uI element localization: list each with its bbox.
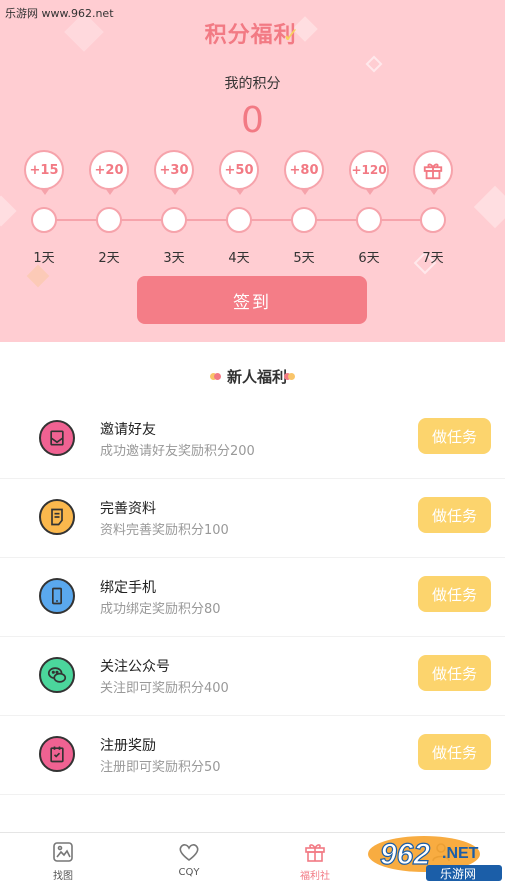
task-desc: 注册即可奖励积分50 bbox=[100, 760, 221, 775]
site-logo: 962 .NET 乐游网 bbox=[368, 836, 502, 881]
svg-text:乐游网: 乐游网 bbox=[440, 867, 476, 881]
day-dot bbox=[420, 207, 446, 233]
points-label: 我的积分 bbox=[224, 76, 281, 92]
gift-bubble bbox=[413, 150, 453, 195]
day-dot bbox=[291, 207, 317, 233]
hero-panel: 乐游网 www.962.net 积分福利✓ 我的积分 0 +15 +20 +30… bbox=[0, 0, 505, 342]
invite-icon bbox=[39, 420, 75, 456]
nav-label: 找图 bbox=[53, 871, 73, 882]
wechat-icon bbox=[39, 657, 75, 693]
signin-button[interactable]: 签到 bbox=[137, 276, 367, 324]
nav-label: CQY bbox=[178, 867, 200, 878]
task-row-wechat: 关注公众号 关注即可奖励积分400 做任务 bbox=[0, 637, 505, 716]
register-icon bbox=[39, 736, 75, 772]
phone-icon bbox=[39, 578, 75, 614]
day-label: 2天 bbox=[98, 251, 120, 266]
day-label: 1天 bbox=[33, 251, 55, 266]
nav-label: 福利社 bbox=[300, 871, 330, 882]
nav-item-cqy[interactable]: CQY bbox=[126, 833, 252, 884]
svg-text:962: 962 bbox=[380, 838, 430, 871]
bonus-bubble: +20 bbox=[89, 150, 129, 195]
dot-decor bbox=[288, 373, 295, 380]
bonus-bubble: +50 bbox=[219, 150, 259, 195]
gift-icon bbox=[423, 163, 443, 180]
bonus-bubble: +30 bbox=[154, 150, 194, 195]
profile-icon bbox=[39, 499, 75, 535]
decor-diamond bbox=[473, 185, 505, 229]
day-dot bbox=[226, 207, 252, 233]
task-title: 邀请好友 bbox=[100, 422, 156, 438]
day-dot bbox=[356, 207, 382, 233]
task-title: 完善资料 bbox=[100, 501, 156, 517]
task-desc: 成功绑定奖励积分80 bbox=[100, 602, 221, 617]
do-task-button[interactable]: 做任务 bbox=[418, 576, 491, 612]
page-title: 积分福利✓ bbox=[0, 17, 505, 49]
dot-decor bbox=[213, 373, 221, 380]
task-row-register: 注册奖励 注册即可奖励积分50 做任务 bbox=[0, 716, 505, 795]
day-dot bbox=[31, 207, 57, 233]
decor-diamond bbox=[0, 195, 17, 227]
nav-item-welfare[interactable]: 福利社 bbox=[252, 833, 378, 884]
do-task-button[interactable]: 做任务 bbox=[418, 418, 491, 454]
bonus-bubble: +80 bbox=[284, 150, 324, 195]
gift-icon bbox=[305, 844, 325, 862]
heart-icon bbox=[179, 844, 199, 862]
bonus-bubble: +15 bbox=[24, 150, 64, 195]
task-desc: 成功邀请好友奖励积分200 bbox=[100, 444, 255, 459]
day-label: 7天 bbox=[422, 251, 444, 266]
section-title: 新人福利 bbox=[0, 366, 505, 387]
day-label: 3天 bbox=[163, 251, 185, 266]
task-desc: 资料完善奖励积分100 bbox=[100, 523, 229, 538]
nav-item-find-image[interactable]: 找图 bbox=[0, 833, 126, 884]
task-title: 注册奖励 bbox=[100, 738, 156, 754]
task-row-profile: 完善资料 资料完善奖励积分100 做任务 bbox=[0, 479, 505, 558]
section-title-text: 新人福利 bbox=[226, 368, 287, 386]
check-icon: ✓ bbox=[282, 23, 301, 47]
day-label: 6天 bbox=[358, 251, 380, 266]
day-label: 5天 bbox=[293, 251, 315, 266]
task-title: 关注公众号 bbox=[100, 659, 170, 675]
task-row-invite: 邀请好友 成功邀请好友奖励积分200 做任务 bbox=[0, 400, 505, 479]
svg-text:.NET: .NET bbox=[442, 845, 479, 862]
day-dot bbox=[96, 207, 122, 233]
points-value: 0 bbox=[241, 100, 264, 141]
bonus-bubble: +120 bbox=[349, 150, 389, 195]
day-label: 4天 bbox=[228, 251, 250, 266]
do-task-button[interactable]: 做任务 bbox=[418, 734, 491, 770]
task-title: 绑定手机 bbox=[100, 580, 156, 596]
do-task-button[interactable]: 做任务 bbox=[418, 655, 491, 691]
task-row-phone: 绑定手机 成功绑定奖励积分80 做任务 bbox=[0, 558, 505, 637]
task-desc: 关注即可奖励积分400 bbox=[100, 681, 229, 696]
decor-diamond bbox=[26, 264, 50, 288]
image-icon bbox=[53, 842, 73, 862]
day-dot bbox=[161, 207, 187, 233]
decor-diamond bbox=[365, 55, 383, 73]
do-task-button[interactable]: 做任务 bbox=[418, 497, 491, 533]
